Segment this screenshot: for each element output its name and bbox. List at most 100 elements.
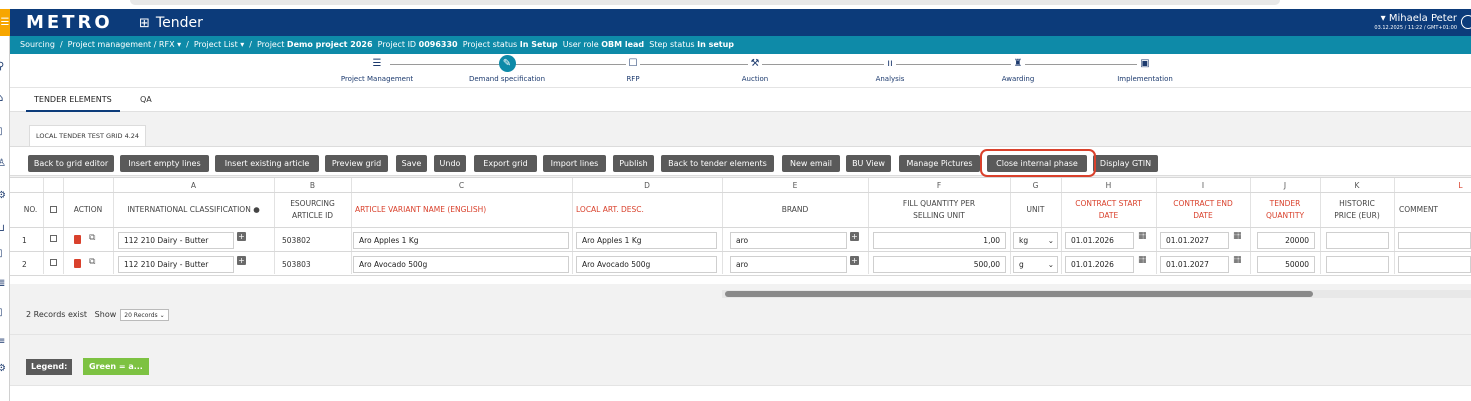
- step-analysis[interactable]: ıı Analysis: [830, 57, 950, 85]
- step-auction[interactable]: ⚒ Auction: [695, 57, 815, 85]
- delete-icon[interactable]: [74, 259, 81, 268]
- row-checkbox[interactable]: [50, 235, 57, 242]
- step-demand-specification[interactable]: ✎ Demand specification: [447, 55, 567, 85]
- calendar-icon[interactable]: ▦: [1233, 256, 1242, 265]
- menu-icon[interactable]: ☰: [0, 9, 10, 36]
- calendar-icon[interactable]: ▦: [1233, 232, 1242, 241]
- list-icon[interactable]: ≣: [0, 277, 10, 291]
- file-icon[interactable]: ▯: [0, 247, 10, 261]
- document-icon[interactable]: ▯: [0, 125, 10, 139]
- header-unit: UNIT: [1026, 204, 1045, 214]
- plus-icon[interactable]: +: [237, 232, 246, 241]
- comment-input[interactable]: [1398, 232, 1471, 249]
- browser-top-strip: [0, 0, 1471, 9]
- row-checkbox[interactable]: [50, 259, 57, 266]
- local-desc-input[interactable]: Aro Apples 1 Kg: [576, 232, 717, 249]
- fill-quantity-input[interactable]: 1,00: [873, 232, 1006, 249]
- col-letter: D: [644, 181, 650, 190]
- tab-qa[interactable]: QA: [132, 88, 160, 112]
- gear-icon[interactable]: ⚙: [0, 189, 10, 203]
- address-bar[interactable]: [130, 0, 1280, 5]
- chevron-down-icon: ⌄: [1047, 236, 1054, 245]
- tab-bar: TENDER ELEMENTS QA: [10, 88, 1471, 112]
- calendar-icon[interactable]: ▦: [1138, 232, 1147, 241]
- header-end: CONTRACT END DATE: [1173, 198, 1233, 220]
- back-to-tender-elements-button[interactable]: Back to tender elements: [661, 155, 774, 172]
- tab-tender-elements[interactable]: TENDER ELEMENTS: [26, 88, 120, 112]
- copy-icon[interactable]: ⧉: [89, 234, 98, 243]
- step-implementation[interactable]: ▣ Implementation: [1085, 57, 1205, 85]
- preview-grid-button[interactable]: Preview grid: [325, 155, 388, 172]
- header-no: NO.: [23, 204, 38, 214]
- user-menu[interactable]: ▾ Mihaela Peter 03.12.2025 / 11:22 / GMT…: [1374, 13, 1457, 32]
- step-project-management[interactable]: ☰ Project Management: [317, 57, 437, 85]
- start-date-input[interactable]: 01.01.2026: [1065, 256, 1134, 273]
- step-label: Analysis: [875, 75, 905, 83]
- settings-icon[interactable]: ⚙: [0, 362, 10, 376]
- back-to-grid-editor-button[interactable]: Back to grid editor: [28, 155, 114, 172]
- page-title: ⊞ Tender: [139, 14, 203, 33]
- grid-tab[interactable]: LOCAL TENDER TEST GRID 4.24: [29, 125, 147, 146]
- step-rfp[interactable]: ☐ RFP: [573, 57, 693, 85]
- bu-view-button[interactable]: BU View: [846, 155, 891, 172]
- export-grid-button[interactable]: Export grid: [474, 155, 537, 172]
- legend-green[interactable]: Green = a...: [83, 358, 149, 375]
- breadcrumb-project-management[interactable]: Project management / RFX ▾: [68, 40, 181, 49]
- brand-input[interactable]: aro: [730, 232, 847, 249]
- process-steps: ☰ Project Management ✎ Demand specificatio…: [10, 54, 1471, 88]
- search-icon[interactable]: ⚲: [0, 60, 10, 74]
- new-email-button[interactable]: New email: [782, 155, 840, 172]
- delete-icon[interactable]: [74, 235, 81, 244]
- calendar-icon[interactable]: ▦: [1138, 256, 1147, 265]
- display-gtin-button[interactable]: Display GTIN: [1093, 155, 1158, 172]
- clipboard-icon[interactable]: ▯: [0, 306, 10, 320]
- unit-select[interactable]: g ⌄: [1013, 256, 1058, 273]
- avatar[interactable]: [1461, 15, 1471, 29]
- row-divider: [10, 177, 1471, 178]
- tender-quantity-input[interactable]: 50000: [1257, 256, 1315, 273]
- scrollbar-thumb[interactable]: [725, 291, 1313, 297]
- save-button[interactable]: Save: [396, 155, 427, 172]
- cart-icon[interactable]: ⊔: [0, 222, 10, 236]
- brand-input[interactable]: aro: [730, 256, 847, 273]
- tender-quantity-input[interactable]: 20000: [1257, 232, 1315, 249]
- header-classification[interactable]: INTERNATIONAL CLASSIFICATION ●: [113, 193, 274, 226]
- plus-icon[interactable]: +: [237, 256, 246, 265]
- publish-button[interactable]: Publish: [613, 155, 654, 172]
- plus-icon[interactable]: +: [850, 232, 859, 241]
- unit-value: kg: [1019, 236, 1029, 245]
- manage-pictures-button[interactable]: Manage Pictures: [899, 155, 980, 172]
- copy-icon[interactable]: ⧉: [89, 258, 98, 267]
- historic-price-input[interactable]: [1326, 256, 1389, 273]
- fill-quantity-input[interactable]: 500,00: [873, 256, 1006, 273]
- home-icon[interactable]: ⌂: [0, 92, 10, 106]
- step-awarding[interactable]: ♜ Awarding: [958, 57, 1078, 85]
- records-per-page-select[interactable]: 20 Records ⌄: [120, 308, 169, 321]
- classification-input[interactable]: 112 210 Dairy - Butter: [118, 232, 234, 249]
- local-desc-input[interactable]: Aro Avocado 500g: [576, 256, 717, 273]
- comment-input[interactable]: [1398, 256, 1471, 273]
- variant-input[interactable]: Aro Avocado 500g: [353, 256, 569, 273]
- classification-input[interactable]: 112 210 Dairy - Butter: [118, 256, 234, 273]
- unit-select[interactable]: kg ⌄: [1013, 232, 1058, 249]
- header-action: ACTION: [73, 204, 103, 214]
- insert-empty-lines-button[interactable]: Insert empty lines: [120, 155, 209, 172]
- plus-icon[interactable]: +: [850, 256, 859, 265]
- end-date-input[interactable]: 01.01.2027: [1160, 232, 1229, 249]
- breadcrumb-sourcing[interactable]: Sourcing: [20, 40, 55, 49]
- breadcrumb-project-list[interactable]: Project List ▾: [194, 40, 244, 49]
- start-date-input[interactable]: 01.01.2026: [1065, 232, 1134, 249]
- user-role: OBM lead: [601, 40, 645, 49]
- header-classification-label: INTERNATIONAL CLASSIFICATION: [127, 204, 251, 214]
- insert-existing-article-button[interactable]: Insert existing article: [215, 155, 319, 172]
- variant-input[interactable]: Aro Apples 1 Kg: [353, 232, 569, 249]
- import-lines-button[interactable]: Import lines: [543, 155, 606, 172]
- undo-button[interactable]: Undo: [434, 155, 466, 172]
- end-date-input[interactable]: 01.01.2027: [1160, 256, 1229, 273]
- metro-logo[interactable]: METRO: [26, 12, 113, 33]
- user-icon[interactable]: ♙: [0, 157, 10, 171]
- select-all-checkbox[interactable]: [50, 206, 57, 213]
- historic-price-input[interactable]: [1326, 232, 1389, 249]
- database-icon[interactable]: ≡: [0, 335, 10, 349]
- info-icon[interactable]: ●: [253, 204, 260, 216]
